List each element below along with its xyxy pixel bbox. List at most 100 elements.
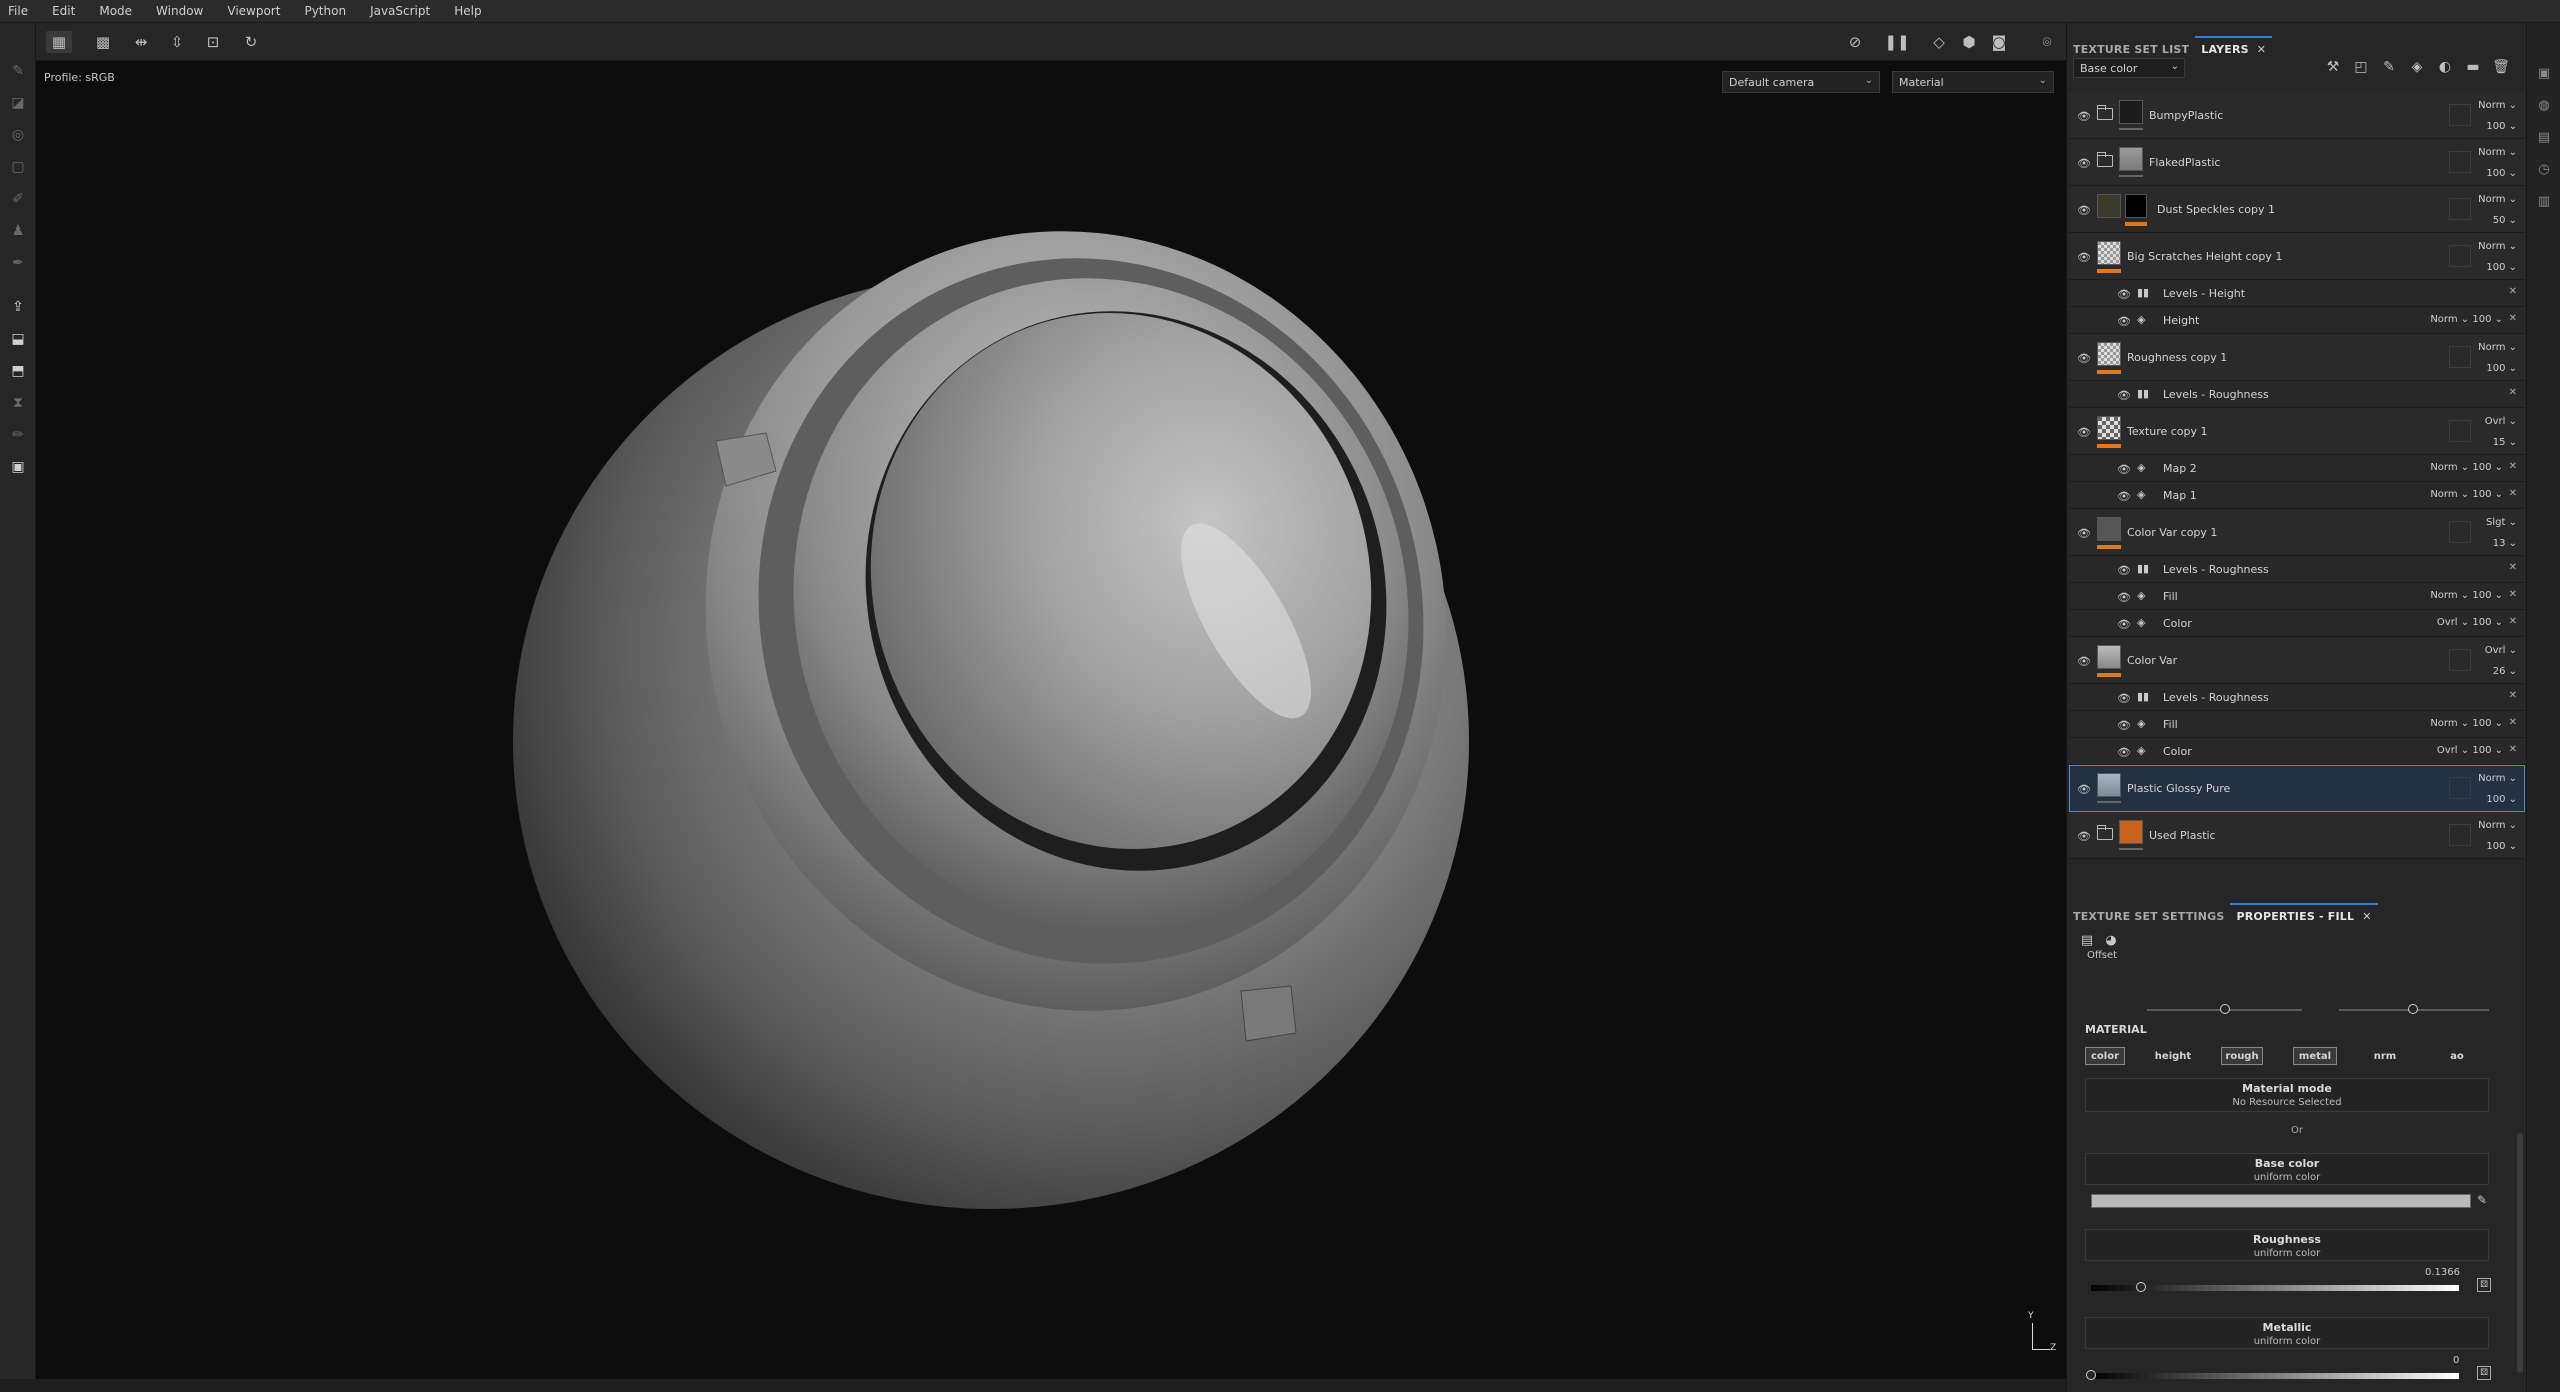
remove-effect-icon[interactable]: ✕ [2509, 717, 2517, 728]
fill-settings-icon[interactable]: ▤ [2075, 933, 2099, 951]
roughness-slider[interactable] [2091, 1285, 2459, 1291]
shelf-icon[interactable]: ▣ [2536, 65, 2552, 81]
effect-opacity[interactable]: 100 [2472, 590, 2491, 601]
visibility-eye-icon[interactable]: 👁 [2117, 746, 2131, 759]
effect-row[interactable]: 👁 ▮▮ Levels - Roughness ✕ [2069, 684, 2525, 711]
effect-opacity[interactable]: 100 [2472, 617, 2491, 628]
effect-name[interactable]: Height [2163, 314, 2199, 327]
visibility-eye-icon[interactable]: 👁 [2117, 288, 2131, 301]
effect-name[interactable]: Levels - Height [2163, 287, 2245, 300]
effect-opacity[interactable]: 100 [2472, 314, 2491, 325]
layer-mask-thumbnail[interactable] [2125, 194, 2147, 218]
effect-blend-mode[interactable]: Norm [2430, 590, 2457, 601]
effect-row[interactable]: 👁 ◈ Fill Norm ⌄ 100 ⌄ ✕ [2069, 583, 2525, 610]
properties-scrollbar[interactable] [2517, 1133, 2523, 1373]
visibility-eye-icon[interactable]: 👁 [2077, 527, 2091, 540]
layer-name[interactable]: Color Var copy 1 [2127, 526, 2217, 539]
visibility-eye-icon[interactable]: 👁 [2117, 618, 2131, 631]
history-icon[interactable]: ↻ [238, 31, 264, 53]
add-smart-mask-icon[interactable]: ◐ [2431, 59, 2459, 79]
layer-blend-info[interactable]: Norm ⌄ 100 ⌄ [2478, 768, 2517, 810]
hide-icon[interactable]: ⊘ [1842, 31, 1868, 53]
roughness-randomize-icon[interactable]: ⚄ [2477, 1278, 2491, 1292]
offset-y-knob[interactable] [2408, 1004, 2418, 1014]
effect-row[interactable]: 👁 ◈ Color Ovrl ⌄ 100 ⌄ ✕ [2069, 738, 2525, 765]
tab-texture-set-settings[interactable]: TEXTURE SET SETTINGS [2067, 903, 2230, 929]
material-sphere-icon[interactable]: ◕ [2099, 933, 2123, 951]
effect-blend-mode[interactable]: Norm [2430, 718, 2457, 729]
geometry-mask-icon[interactable]: ▢ [8, 157, 28, 177]
layer-row[interactable]: 👁 BumpyPlastic Norm ⌄ 100 ⌄ [2069, 92, 2525, 139]
layer-effect-slot[interactable] [2449, 346, 2471, 368]
offset-x-knob[interactable] [2220, 1004, 2230, 1014]
layer-opacity[interactable]: 50 [2493, 215, 2506, 226]
view-2d-icon[interactable]: ◇ [1926, 31, 1952, 53]
visibility-eye-icon[interactable]: 👁 [2117, 490, 2131, 503]
effect-blend-info[interactable]: Norm ⌄ 100 ⌄ [2430, 314, 2503, 325]
visibility-eye-icon[interactable]: 👁 [2077, 426, 2091, 439]
clone-stamp-icon[interactable]: ♟ [8, 221, 28, 241]
camera-icon[interactable]: ◙ [1986, 31, 2012, 53]
effect-opacity[interactable]: 100 [2472, 462, 2491, 473]
visibility-eye-icon[interactable]: 👁 [2077, 110, 2091, 123]
remove-effect-icon[interactable]: ✕ [2509, 461, 2517, 472]
paint-brush-icon[interactable]: ✎ [8, 61, 28, 81]
effect-row[interactable]: 👁 ◈ Color Ovrl ⌄ 100 ⌄ ✕ [2069, 610, 2525, 637]
effect-name[interactable]: Levels - Roughness [2163, 563, 2269, 576]
layer-row[interactable]: 👁 Color Var copy 1 Slgt ⌄ 13 ⌄ [2069, 509, 2525, 556]
add-folder-icon[interactable]: ▬ [2459, 59, 2487, 79]
layer-name[interactable]: BumpyPlastic [2149, 109, 2223, 122]
bake-icon[interactable]: ⇪ [8, 297, 28, 317]
layer-blend-mode[interactable]: Ovrl [2485, 645, 2506, 656]
remove-effect-icon[interactable]: ✕ [2509, 589, 2517, 600]
delete-layer-icon[interactable]: 🗑 [2487, 59, 2515, 79]
layer-blend-mode[interactable]: Norm [2478, 342, 2505, 353]
layer-blend-mode[interactable]: Norm [2478, 147, 2505, 158]
effect-row[interactable]: 👁 ◈ Map 2 Norm ⌄ 100 ⌄ ✕ [2069, 455, 2525, 482]
layer-blend-info[interactable]: Norm ⌄ 100 ⌄ [2478, 236, 2517, 278]
effect-name[interactable]: Map 1 [2163, 489, 2197, 502]
effect-blend-info[interactable]: Norm ⌄ 100 ⌄ [2430, 489, 2503, 500]
tab-properties-fill[interactable]: PROPERTIES - FILL ✕ [2230, 903, 2378, 929]
menu-file[interactable]: File [8, 4, 28, 18]
smudge-icon[interactable]: ✐ [8, 189, 28, 209]
layer-effect-slot[interactable] [2449, 151, 2471, 173]
channel-select[interactable]: Base color ⌄ [2073, 58, 2185, 78]
layer-blend-info[interactable]: Norm ⌄ 50 ⌄ [2478, 189, 2517, 231]
layer-blend-mode[interactable]: Norm [2478, 773, 2505, 784]
visibility-eye-icon[interactable]: 👁 [2117, 591, 2131, 604]
channel-toggle-color[interactable]: color [2085, 1047, 2125, 1065]
layer-blend-info[interactable]: Ovrl ⌄ 26 ⌄ [2485, 640, 2517, 682]
remove-effect-icon[interactable]: ✕ [2509, 387, 2517, 398]
menu-window[interactable]: Window [156, 4, 203, 18]
effect-name[interactable]: Levels - Roughness [2163, 388, 2269, 401]
layer-blend-info[interactable]: Norm ⌄ 100 ⌄ [2478, 815, 2517, 857]
material-mode-box[interactable]: Material mode No Resource Selected [2085, 1078, 2489, 1112]
layer-row[interactable]: 👁 Used Plastic Norm ⌄ 100 ⌄ [2069, 812, 2525, 859]
folder-icon[interactable] [2097, 152, 2113, 167]
effect-blend-mode[interactable]: Ovrl [2437, 745, 2458, 756]
close-icon[interactable]: ✕ [2257, 43, 2266, 56]
color-picker-icon[interactable]: ✒ [8, 253, 28, 273]
layer-blend-info[interactable]: Slgt ⌄ 13 ⌄ [2486, 512, 2517, 554]
effect-name[interactable]: Color [2163, 617, 2192, 630]
layer-blend-mode[interactable]: Slgt [2486, 517, 2505, 528]
layer-opacity[interactable]: 26 [2493, 666, 2506, 677]
metallic-box[interactable]: Metallic uniform color [2085, 1317, 2489, 1349]
roughness-box[interactable]: Roughness uniform color [2085, 1229, 2489, 1261]
pause-icon[interactable]: ❚❚ [1884, 31, 1910, 53]
visibility-eye-icon[interactable]: 👁 [2077, 157, 2091, 170]
visibility-eye-icon[interactable]: 👁 [2117, 719, 2131, 732]
display-settings-icon[interactable]: ◍ [2536, 97, 2552, 113]
folder-icon[interactable] [2097, 105, 2113, 120]
visibility-eye-icon[interactable]: 👁 [2077, 251, 2091, 264]
layer-name[interactable]: Big Scratches Height copy 1 [2127, 250, 2282, 263]
3d-viewport[interactable]: Profile: sRGB Default camera ⌄ Material … [36, 61, 2066, 1379]
layer-effect-slot[interactable] [2449, 824, 2471, 846]
menu-viewport[interactable]: Viewport [227, 4, 280, 18]
layer-row[interactable]: 👁 Big Scratches Height copy 1 Norm ⌄ 100 ⌄ [2069, 233, 2525, 280]
layout-grid-icon[interactable]: ▩ [90, 31, 116, 53]
effects-icon[interactable]: ⚒ [2319, 59, 2347, 79]
pen-icon[interactable]: ✏ [8, 425, 28, 445]
symmetry-icon[interactable]: ⇹ [128, 31, 154, 53]
